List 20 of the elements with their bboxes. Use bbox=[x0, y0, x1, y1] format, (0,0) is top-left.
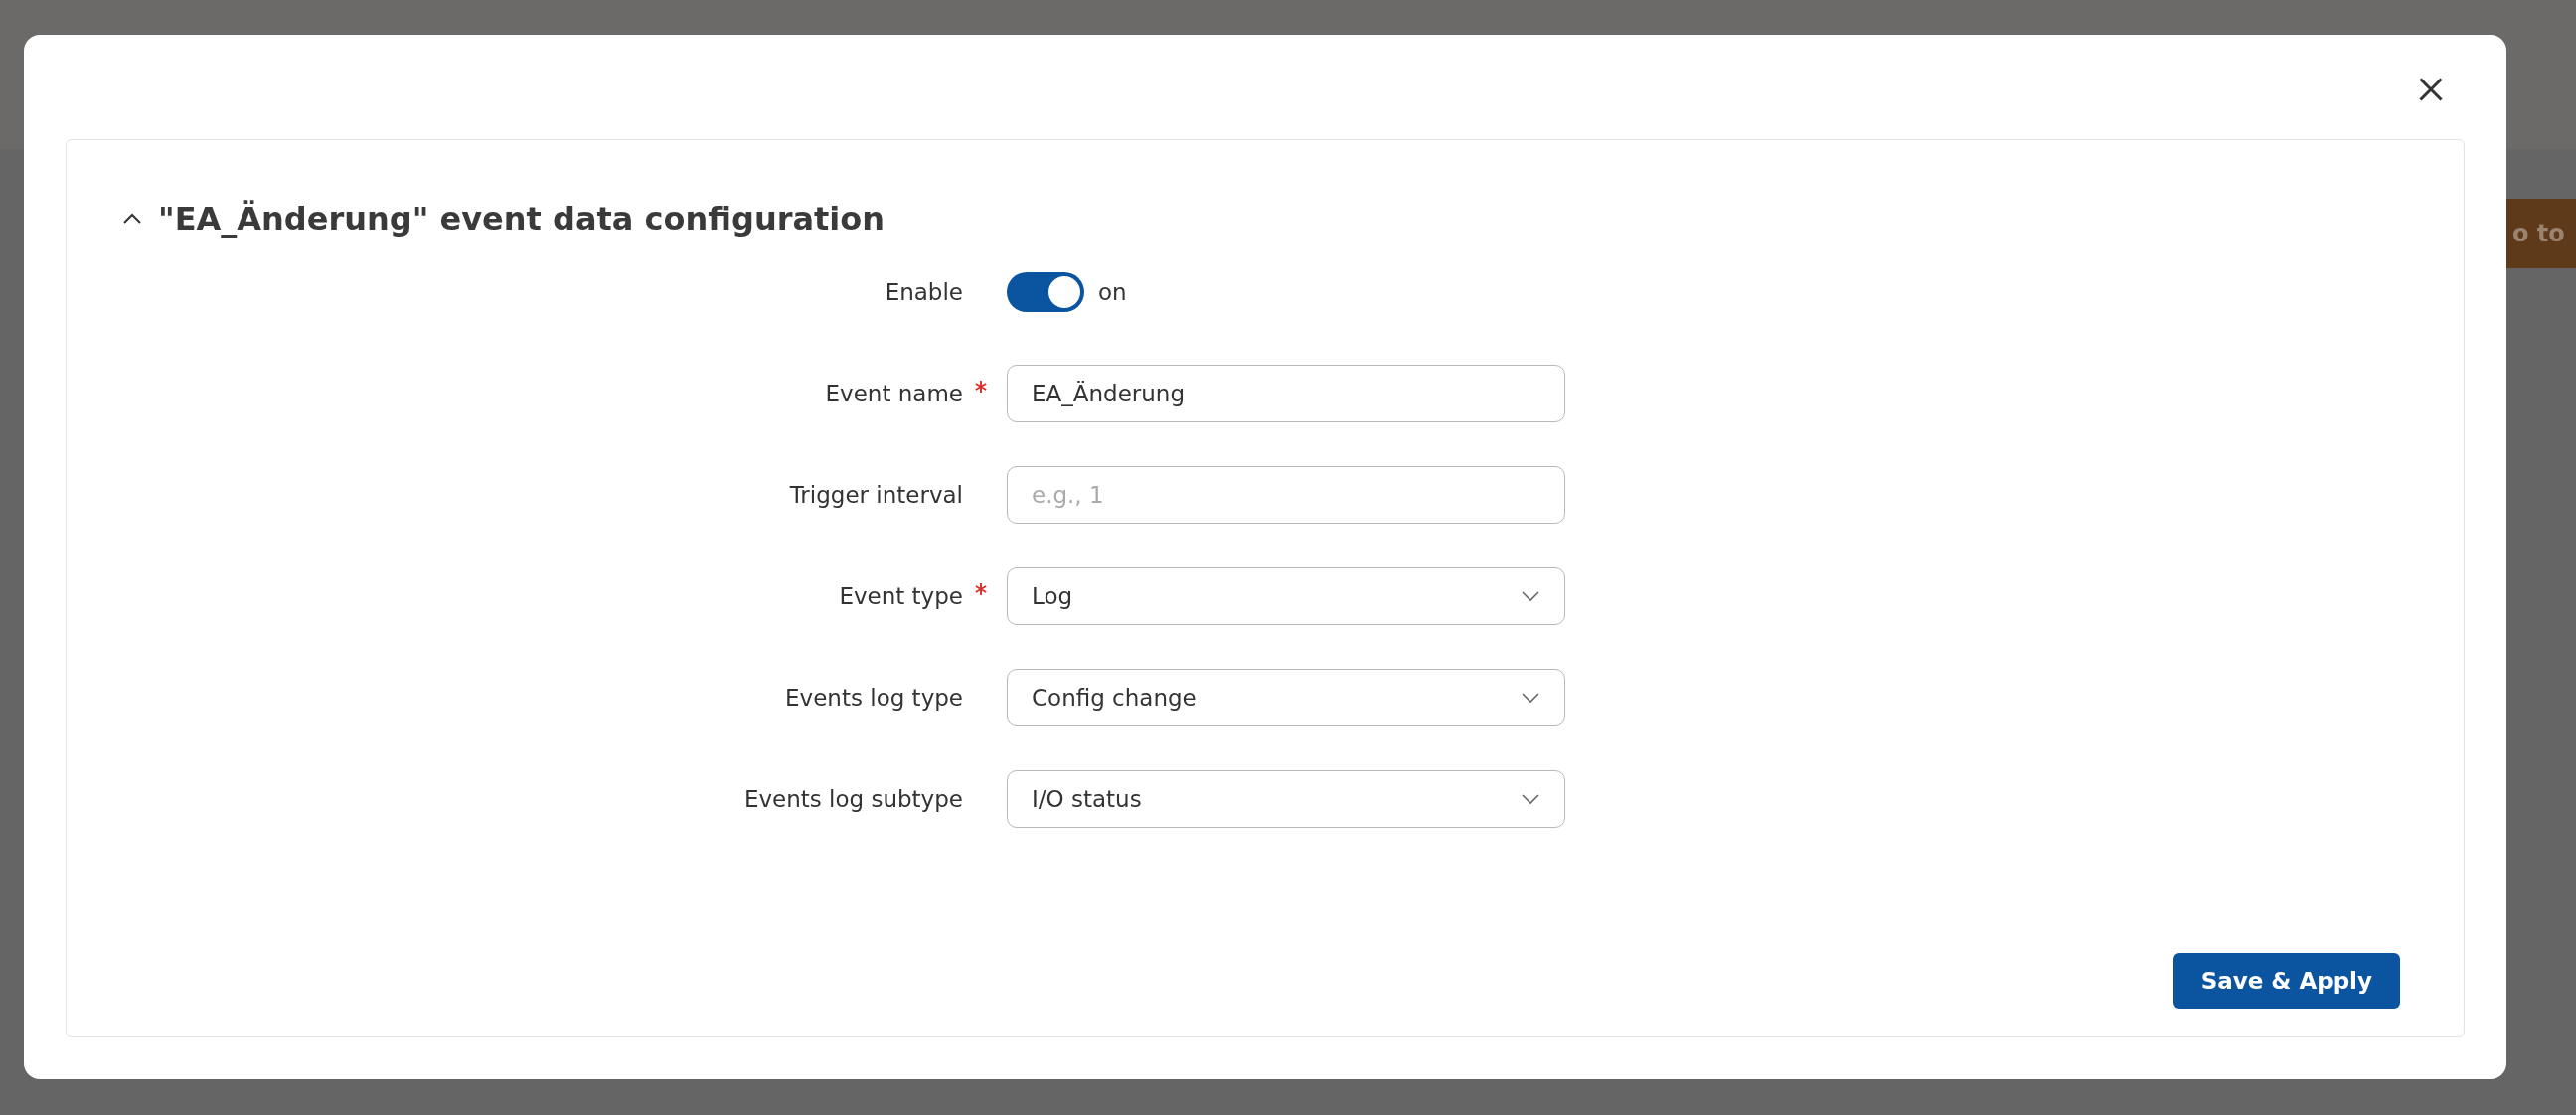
field-label: Event name bbox=[825, 381, 963, 406]
text-field[interactable]: EA_Änderung bbox=[1007, 365, 1565, 422]
chevron-down-icon bbox=[1521, 793, 1540, 805]
enable-toggle[interactable] bbox=[1007, 272, 1084, 312]
field-label: Enable bbox=[885, 279, 963, 305]
chevron-down-icon bbox=[1521, 692, 1540, 704]
dropdown[interactable]: I/O status bbox=[1007, 770, 1565, 828]
section-title: "EA_Änderung" event data configuration bbox=[158, 200, 886, 238]
dropdown[interactable]: Config change bbox=[1007, 669, 1565, 726]
close-icon[interactable] bbox=[2417, 76, 2445, 103]
dropdown[interactable]: Log bbox=[1007, 567, 1565, 625]
save-apply-button[interactable]: Save & Apply bbox=[2173, 953, 2400, 1009]
field-label: Trigger interval bbox=[789, 482, 963, 508]
chevron-down-icon bbox=[1521, 590, 1540, 602]
field-label: Events log subtype bbox=[743, 786, 963, 812]
field-label: Event type bbox=[839, 583, 963, 609]
toggle-state-text: on bbox=[1098, 279, 1127, 305]
text-field[interactable]: e.g., 1 bbox=[1007, 466, 1565, 524]
field-label: Events log type bbox=[785, 685, 963, 711]
chevron-icon[interactable] bbox=[122, 213, 142, 225]
